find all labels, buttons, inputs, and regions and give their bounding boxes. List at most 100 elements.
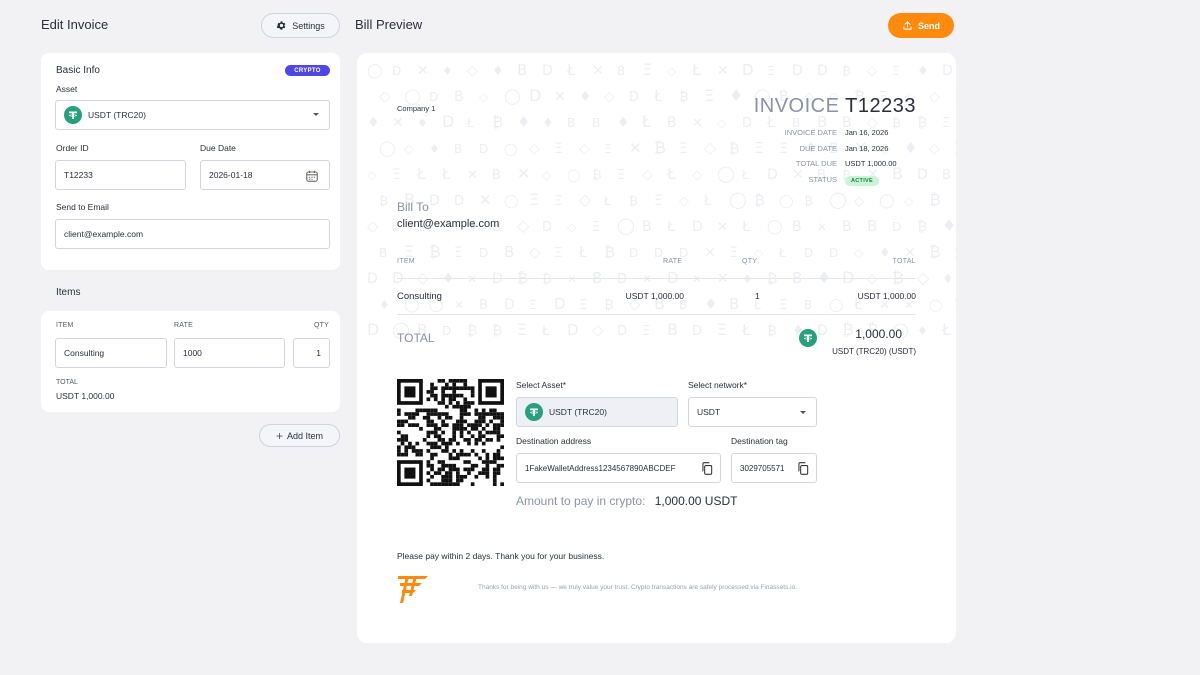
pattern-glyph: ♦ — [917, 324, 928, 338]
destination-tag-field[interactable]: 3029705571 — [731, 453, 817, 483]
pattern-glyph: D — [367, 271, 378, 287]
meta-label: INVOICE DATE — [784, 127, 837, 137]
pattern-glyph: Ł — [653, 87, 663, 105]
item-rate-input[interactable]: 1000 — [174, 338, 285, 368]
pattern-glyph: D — [479, 246, 488, 260]
pattern-glyph: ♦ — [542, 116, 554, 131]
pattern-glyph: ◯ — [504, 194, 519, 209]
pattern-glyph: ₿ — [604, 243, 615, 261]
pattern-glyph: Ξ — [517, 320, 527, 339]
tether-icon — [799, 329, 817, 347]
asset-select[interactable]: USDT (TRC20) — [55, 100, 330, 130]
pattern-glyph: D — [479, 142, 488, 156]
pattern-glyph: ₿ — [492, 113, 503, 131]
add-item-button[interactable]: + Add Item — [259, 424, 340, 447]
pattern-glyph: ◇ — [579, 190, 592, 209]
pattern-glyph: ♦ — [442, 64, 453, 78]
pattern-glyph: Ξ — [729, 245, 738, 261]
copy-icon[interactable] — [700, 461, 714, 476]
pattern-glyph: ✕ — [454, 298, 464, 312]
pattern-glyph: D — [817, 323, 828, 339]
pattern-glyph: ◇ — [904, 194, 914, 208]
calendar-icon[interactable] — [305, 169, 319, 183]
pattern-glyph: ₿ — [767, 271, 777, 287]
pattern-glyph: ₿ — [379, 194, 388, 208]
select-asset-field[interactable]: USDT (TRC20) — [516, 397, 678, 427]
pattern-glyph: ♦ — [379, 298, 390, 312]
pattern-glyph: Ξ — [529, 298, 537, 312]
destination-address-value: 1FakeWalletAddress1234567890ABCDEF — [525, 463, 676, 473]
pattern-glyph: ✕ — [479, 191, 492, 209]
pattern-glyph: ◇ — [929, 141, 940, 157]
select-asset-label: Select Asset* — [516, 380, 567, 390]
status-badge: ACTIVE — [845, 175, 879, 186]
pattern-glyph: ₿ — [954, 138, 956, 157]
pattern-glyph: D — [817, 63, 828, 79]
email-value: client@example.com — [64, 229, 144, 239]
send-button[interactable]: Send — [888, 13, 954, 38]
pattern-glyph: D — [554, 295, 566, 313]
pattern-glyph: ₿ — [917, 115, 927, 131]
pattern-glyph: ◇ — [467, 63, 478, 79]
upload-icon — [903, 21, 912, 30]
pattern-glyph: ✕ — [692, 272, 702, 286]
pattern-glyph: ◇ — [542, 168, 552, 182]
copy-icon[interactable] — [796, 461, 810, 476]
table-row-rate: USDT 1,000.00 — [625, 291, 684, 301]
pattern-glyph: ◇ — [379, 87, 391, 105]
pattern-glyph: Ξ — [554, 194, 562, 209]
footer-text: Thanks for being with us — we truly valu… — [478, 584, 797, 591]
pattern-glyph: B — [567, 116, 575, 130]
basic-info-title: Basic Info — [56, 65, 100, 76]
pattern-glyph: Ξ — [554, 141, 563, 157]
pattern-glyph: Ξ — [767, 64, 775, 78]
pattern-glyph: B — [642, 219, 652, 235]
pattern-glyph: ◇ — [529, 243, 541, 261]
pattern-glyph: Ξ — [592, 220, 600, 235]
item-name-input[interactable]: Consulting — [55, 338, 167, 368]
pattern-glyph: D — [617, 272, 627, 287]
pattern-glyph: ◯ — [617, 216, 635, 235]
pattern-glyph: ₿ — [679, 90, 689, 105]
pattern-glyph: ₿ — [429, 242, 441, 261]
pattern-glyph: B — [454, 89, 464, 105]
destination-tag-label: Destination tag — [731, 436, 788, 446]
bill-to-label: Bill To — [397, 200, 429, 214]
qr-code — [397, 379, 504, 486]
pattern-glyph: ◇ — [367, 168, 377, 182]
pattern-glyph: B — [667, 320, 678, 339]
pattern-glyph: Ξ — [942, 116, 950, 131]
items-total-label: TOTAL — [56, 379, 78, 386]
due-date-input[interactable]: 2026-01-18 — [200, 160, 330, 190]
destination-address-field[interactable]: 1FakeWalletAddress1234567890ABCDEF — [516, 453, 721, 483]
settings-button[interactable]: Settings — [261, 13, 340, 38]
pattern-glyph: ₿ — [917, 219, 927, 235]
pattern-glyph: ✕ — [554, 89, 566, 105]
pattern-glyph: ₿ — [604, 298, 614, 313]
pattern-glyph: ♦ — [917, 64, 929, 79]
pattern-glyph: ₿ — [767, 324, 777, 339]
pattern-glyph: Ξ — [454, 245, 463, 261]
pattern-glyph: Ξ — [642, 324, 650, 339]
pattern-glyph: ♦ — [517, 113, 530, 131]
select-asset-value: USDT (TRC20) — [549, 407, 607, 417]
select-network-dropdown[interactable]: USDT — [688, 397, 817, 427]
pattern-glyph: ₿ — [492, 323, 502, 339]
pattern-glyph: ₿ — [804, 194, 813, 208]
pattern-glyph: D — [692, 324, 702, 339]
order-id-input[interactable]: T12233 — [55, 160, 186, 190]
pattern-glyph: ◇ — [604, 89, 615, 105]
divider — [397, 278, 916, 279]
pattern-glyph: ✕ — [954, 193, 956, 209]
pattern-glyph: ◯ — [779, 194, 794, 209]
pattern-glyph: ♦ — [367, 115, 380, 131]
pattern-glyph: B — [617, 64, 625, 78]
pattern-glyph: ₿ — [929, 242, 941, 261]
meta-value: Jan 18, 2026 — [845, 143, 889, 153]
asset-value: USDT (TRC20) — [88, 110, 146, 120]
order-id-label: Order ID — [56, 143, 89, 153]
pattern-glyph: ✕ — [717, 220, 728, 235]
pattern-glyph: ◇ — [679, 194, 689, 209]
item-qty-input[interactable]: 1 — [293, 338, 330, 368]
email-input[interactable]: client@example.com — [55, 219, 330, 249]
